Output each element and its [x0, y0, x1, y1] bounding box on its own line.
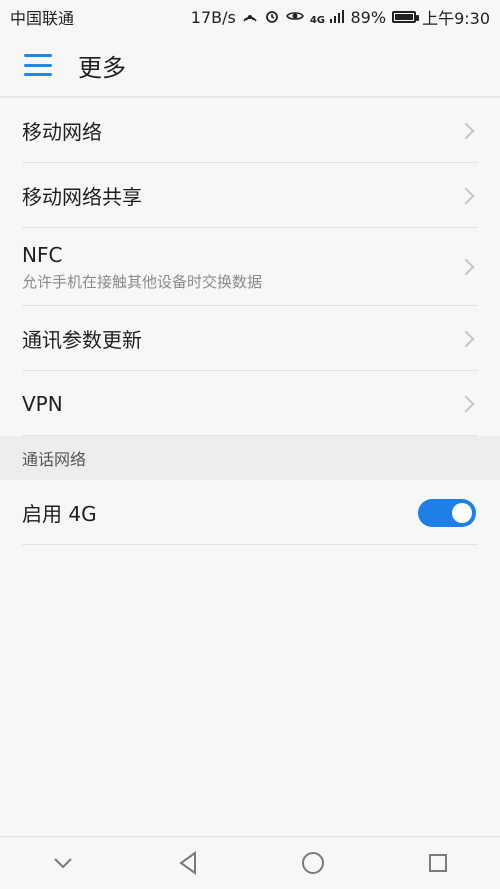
page-title: 更多	[78, 53, 126, 82]
carrier-label: 中国联通	[10, 9, 75, 28]
network-type: 4G	[309, 14, 326, 26]
item-label: 通讯参数更新	[22, 328, 142, 352]
item-label: 移动网络	[22, 120, 102, 144]
battery-percent: 89%	[350, 7, 387, 27]
item-label: 移动网络共享	[22, 185, 142, 209]
list-item-tethering[interactable]: 移动网络共享	[0, 163, 500, 228]
chevron-right-icon	[457, 330, 475, 347]
list-item-nfc[interactable]: NFC 允许手机在接触其他设备时交换数据	[0, 228, 500, 306]
settings-list: 移动网络 移动网络共享 NFC 允许手机在接触其他设备时交换数据 通讯参数更新 …	[0, 98, 500, 545]
eye-icon	[285, 8, 304, 27]
network-speed: 17B/s	[190, 7, 236, 27]
status-bar: 中国联通 17B/s 4G 89% 上午9:30	[0, 0, 500, 34]
enable-4g-toggle[interactable]	[418, 498, 476, 527]
chevron-right-icon	[457, 258, 475, 276]
list-item-carrier-update[interactable]: 通讯参数更新	[0, 306, 500, 371]
back-triangle-icon[interactable]	[168, 843, 208, 883]
battery-icon	[392, 11, 420, 23]
recent-square-icon[interactable]	[418, 843, 458, 883]
list-item-enable-4g: 启用 4G	[0, 480, 500, 545]
item-label: 启用 4G	[22, 502, 97, 526]
list-item-vpn[interactable]: VPN	[0, 371, 500, 436]
hamburger-icon[interactable]	[24, 54, 52, 76]
navigation-bar	[0, 836, 500, 889]
home-circle-icon[interactable]	[293, 843, 333, 883]
hotspot-icon	[242, 8, 258, 27]
clock: 上午9:30	[422, 9, 490, 28]
list-item-mobile-network[interactable]: 移动网络	[0, 98, 500, 163]
item-label: NFC	[22, 242, 63, 267]
chevron-right-icon	[457, 122, 475, 139]
section-header-call-network: 通话网络	[0, 436, 500, 480]
item-sublabel: 允许手机在接触其他设备时交换数据	[22, 272, 263, 291]
signal-icon: 4G	[310, 9, 345, 26]
toggle-knob	[452, 502, 472, 523]
chevron-right-icon	[457, 395, 475, 412]
chevron-down-icon[interactable]	[43, 843, 83, 883]
alarm-icon	[264, 8, 280, 27]
item-label: VPN	[22, 391, 63, 416]
app-header: 更多	[0, 34, 500, 98]
status-right: 17B/s 4G 89% 上午9:30	[191, 5, 490, 29]
chevron-right-icon	[457, 187, 475, 204]
